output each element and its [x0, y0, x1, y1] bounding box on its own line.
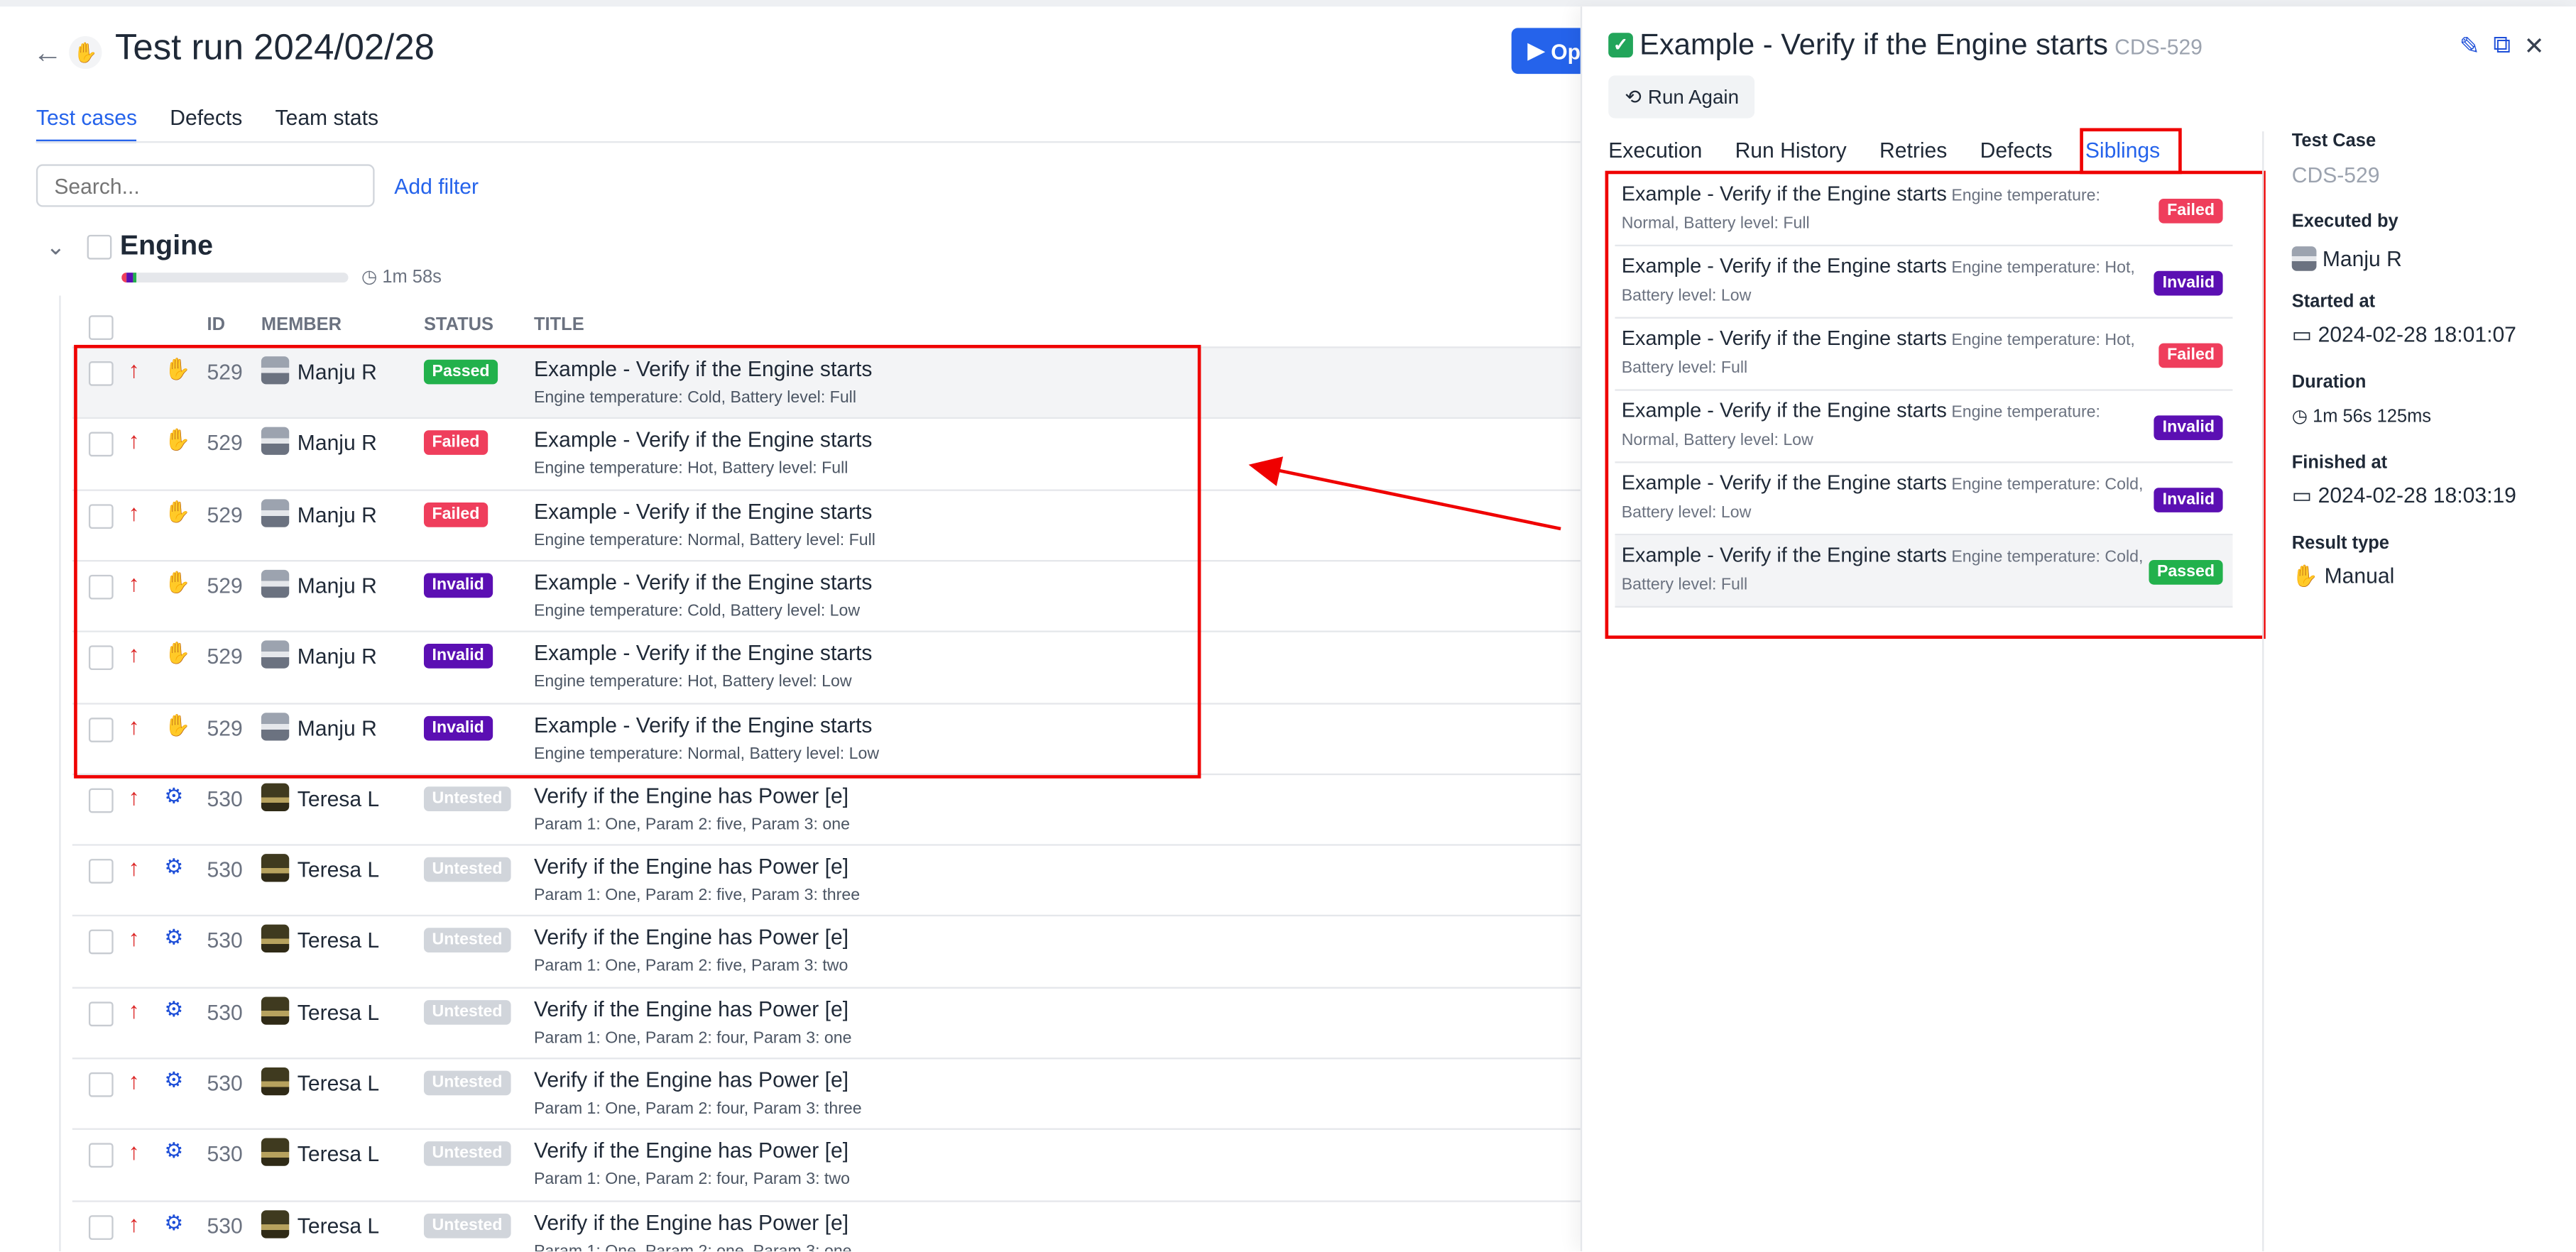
detail-drawer: ✓ Example - Verify if the Engine starts C… [1580, 6, 2576, 1252]
clock-icon: ◷ [2291, 407, 2308, 427]
meta-test-case-label: Test Case [2291, 131, 2376, 151]
meta-finished-value: 2024-02-28 18:03:19 [2318, 483, 2516, 507]
tab-execution[interactable]: Execution [1608, 138, 1702, 163]
meta-result-type-value: Manual [2324, 563, 2395, 588]
drawer-title: Example - Verify if the Engine starts CDS… [1639, 28, 2203, 62]
meta-finished-label: Finished at [2291, 453, 2388, 473]
refresh-icon: ⟲ [1625, 85, 1642, 109]
app-root: ← ✋ Test run 2024/02/28 ▶ Op Test cases … [0, 0, 2576, 1252]
meta-duration: ◷ 1m 56s 125ms [2292, 406, 2431, 427]
meta-executed-by-value: Manju R [2322, 246, 2402, 271]
avatar [2291, 246, 2317, 271]
meta-started-label: Started at [2291, 292, 2376, 312]
edit-icon[interactable]: ✎ [2460, 31, 2480, 60]
tab-drawer-defects[interactable]: Defects [1980, 138, 2053, 163]
meta-result-type-label: Result type [2291, 533, 2389, 554]
meta-started: ▭ 2024-02-28 18:01:07 [2292, 322, 2516, 348]
check-icon: ✓ [1608, 33, 1633, 57]
highlight-box-siblings-tab [2080, 128, 2182, 175]
hand-icon: ✋ [2291, 563, 2319, 588]
meta-duration-value: 1m 56s 125ms [2313, 407, 2432, 427]
tab-retries[interactable]: Retries [1879, 138, 1947, 163]
highlight-box-siblings [1605, 170, 2266, 639]
run-again-button[interactable]: ⟲ Run Again [1608, 75, 1756, 119]
drawer-actions: ✎ ⧉ ✕ [2460, 31, 2545, 61]
meta-started-value: 2024-02-28 18:01:07 [2318, 322, 2516, 347]
run-again-label: Run Again [1647, 85, 1740, 109]
calendar-icon: ▭ [2291, 483, 2313, 507]
drawer-tab-bar: Execution Run History Retries Defects Si… [1608, 138, 2160, 163]
drawer-divider [2262, 131, 2264, 1252]
meta-test-case-link[interactable]: CDS-529 [2292, 163, 2380, 187]
meta-result-type: ✋ Manual [2292, 564, 2395, 590]
drawer-key: CDS-529 [2114, 34, 2203, 60]
meta-duration-label: Duration [2291, 373, 2367, 392]
calendar-icon: ▭ [2291, 322, 2313, 347]
meta-finished: ▭ 2024-02-28 18:03:19 [2292, 483, 2516, 509]
expand-icon[interactable]: ⧉ [2493, 31, 2511, 61]
meta-executed-by-label: Executed by [2291, 212, 2398, 232]
tab-run-history[interactable]: Run History [1735, 138, 1847, 163]
meta-executed-by: Manju R [2291, 241, 2402, 271]
close-icon[interactable]: ✕ [2524, 31, 2545, 60]
drawer-title-text: Example - Verify if the Engine starts [1639, 28, 2108, 61]
